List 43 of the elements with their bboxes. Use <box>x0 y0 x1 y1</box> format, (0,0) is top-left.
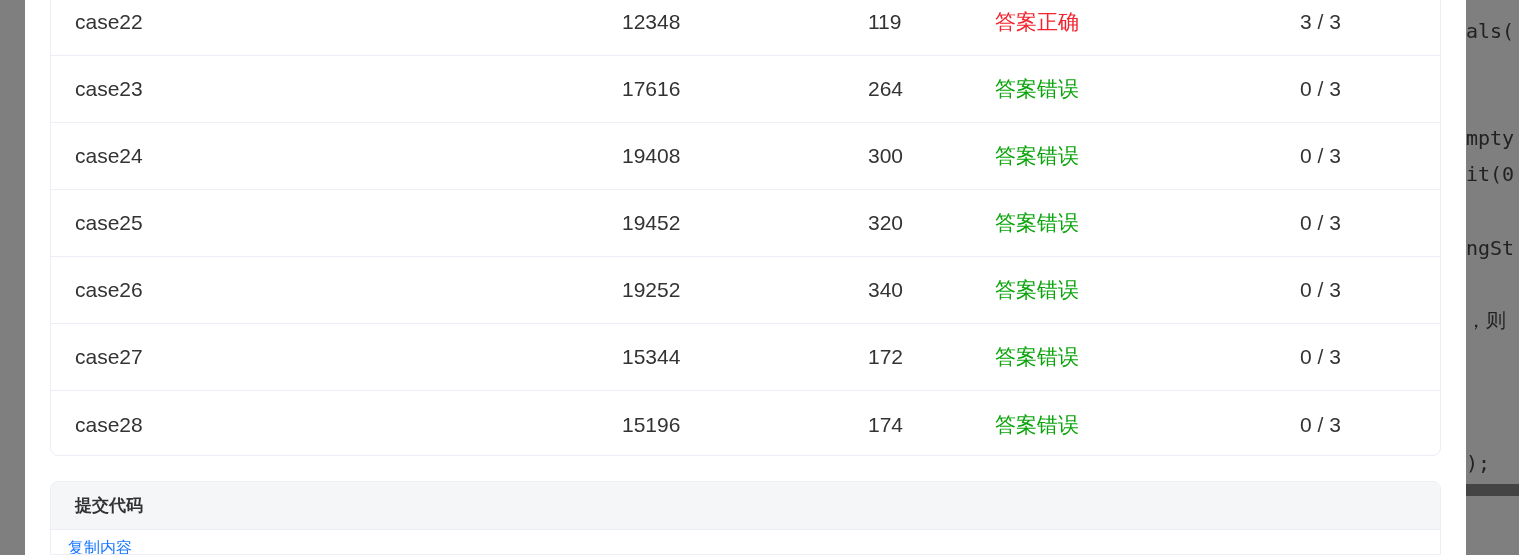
card-title: 提交代码 <box>75 494 143 517</box>
case-name-cell-text: case25 <box>75 210 144 237</box>
table-cell-text: 264 <box>868 76 905 103</box>
status-cell-text: 答案错误 <box>995 210 1080 237</box>
table-cell-text: 12348 <box>622 9 682 36</box>
score-cell-text: 3 / 3 <box>1300 9 1341 36</box>
status-cell-text: 答案错误 <box>995 277 1080 304</box>
code-line: it(0 <box>1466 161 1515 188</box>
table-cell-text: 17616 <box>622 76 682 103</box>
status-cell-text: 答案错误 <box>995 143 1080 170</box>
table-cell-text: 320 <box>868 210 905 237</box>
code-line: ，则 <box>1466 307 1506 334</box>
status-cell-text: 答案错误 <box>995 76 1080 103</box>
table-cell-text: 19252 <box>622 277 682 304</box>
score-cell-text: 0 / 3 <box>1300 143 1341 170</box>
status-cell-text: 答案错误 <box>995 344 1080 371</box>
code-line: mpty <box>1466 125 1515 152</box>
status-cell-text: 答案正确 <box>995 9 1080 36</box>
case-name-cell-text: case28 <box>75 411 144 438</box>
case-name-cell-text: case24 <box>75 143 144 170</box>
case-name-cell-text: case23 <box>75 76 144 103</box>
scrollbar-track <box>1466 484 1519 496</box>
code-line: als( <box>1466 18 1515 45</box>
score-cell-text: 0 / 3 <box>1300 344 1341 371</box>
table-cell-text: 340 <box>868 277 905 304</box>
table-cell-text: 19452 <box>622 210 682 237</box>
table-cell-text: 15344 <box>622 344 682 371</box>
code-line: ); <box>1466 450 1491 477</box>
table-cell-text: 15196 <box>622 411 682 438</box>
table-cell-text: 174 <box>868 411 905 438</box>
table-cell-text: 19408 <box>622 143 682 170</box>
score-cell-text: 0 / 3 <box>1300 210 1341 237</box>
score-cell-text: 0 / 3 <box>1300 277 1341 304</box>
case-name-cell-text: case27 <box>75 344 144 371</box>
table-cell-text: 172 <box>868 344 905 371</box>
case-name-cell-text: case22 <box>75 9 144 36</box>
table-cell-text: 300 <box>868 143 905 170</box>
score-cell-text: 0 / 3 <box>1300 76 1341 103</box>
code-line: ngSt <box>1466 235 1515 262</box>
table-cell-text: 119 <box>868 9 903 36</box>
score-cell-text: 0 / 3 <box>1300 411 1341 438</box>
status-cell-text: 答案错误 <box>995 411 1080 438</box>
case-name-cell-text: case26 <box>75 277 144 304</box>
